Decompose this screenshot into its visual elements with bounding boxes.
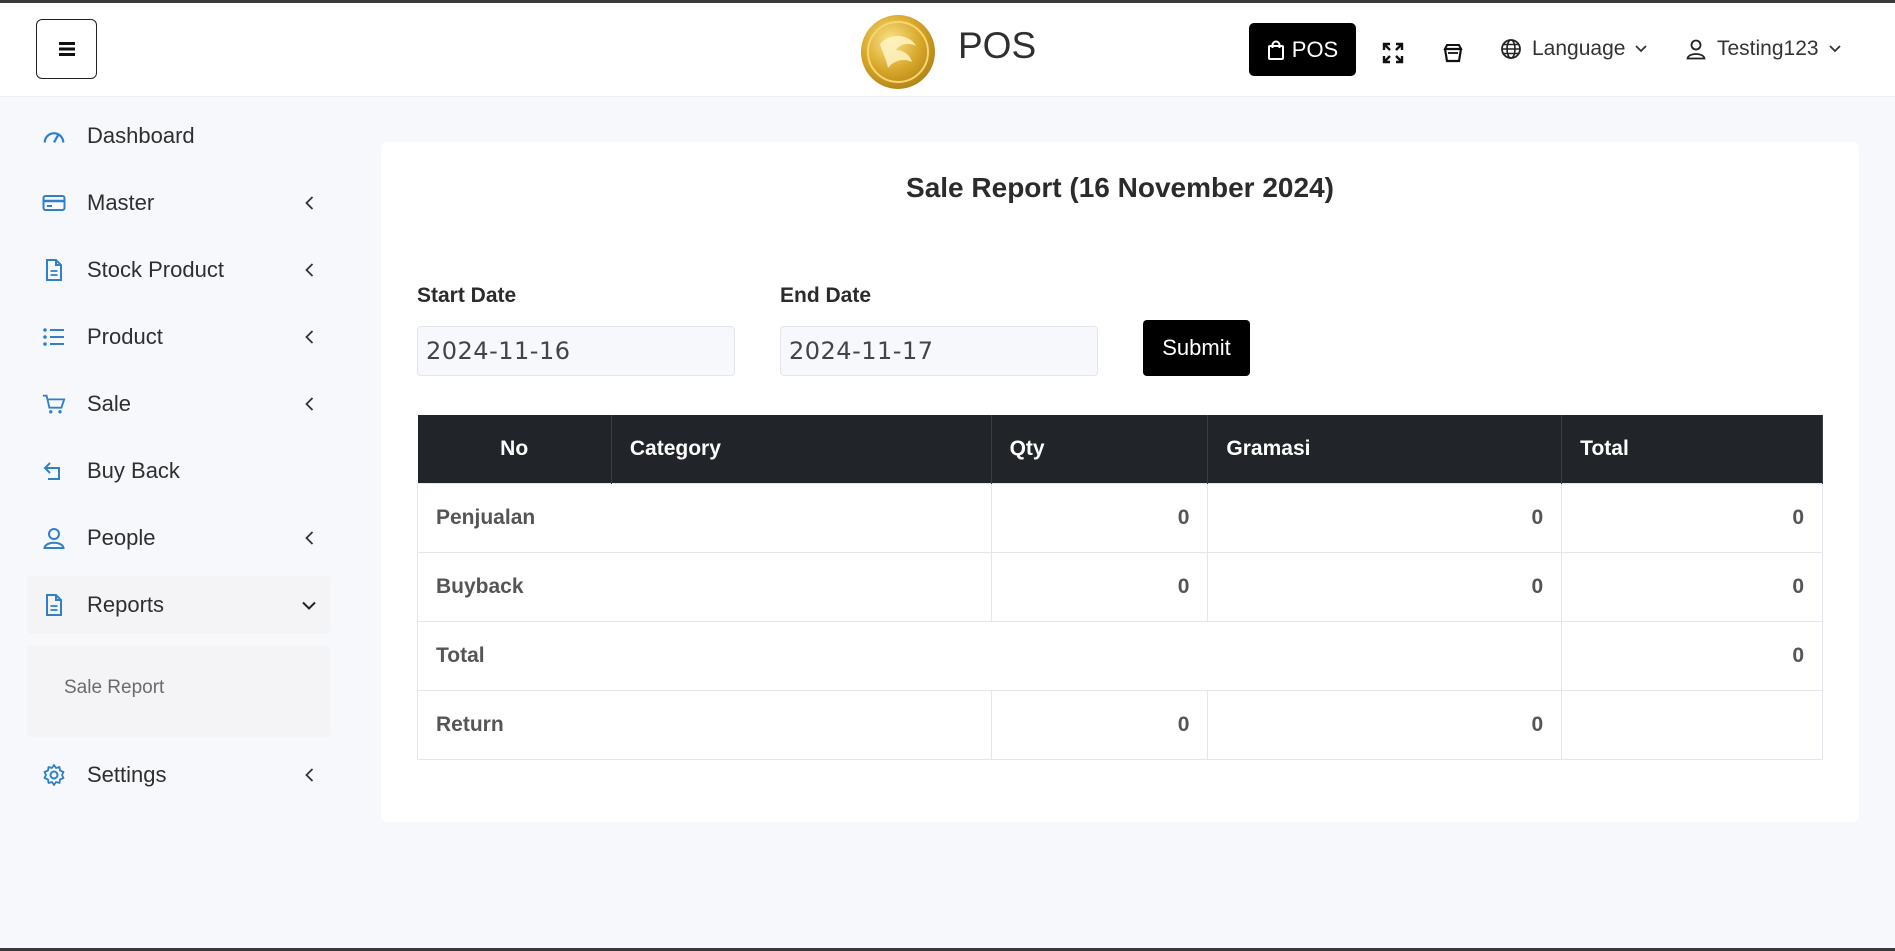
- end-date-label: End Date: [780, 284, 872, 307]
- column-header-total: Total: [1561, 415, 1823, 483]
- table-header-row: No Category Qty Gramasi Total: [417, 415, 1823, 483]
- sidebar-item-label: Stock Product: [87, 257, 224, 282]
- row-total: 0: [1561, 482, 1823, 553]
- row-total: 0: [1561, 620, 1823, 691]
- shopping-bag-icon: [1267, 40, 1284, 60]
- hamburger-icon: [58, 42, 75, 56]
- sidebar-item-label: People: [87, 525, 156, 550]
- chevron-left-icon: [302, 196, 316, 210]
- language-label: Language: [1532, 37, 1626, 60]
- sidebar-item-master[interactable]: Master: [27, 174, 330, 232]
- pos-button-label: POS: [1291, 36, 1339, 62]
- fullscreen-icon: [1382, 42, 1404, 64]
- sidebar-item-reports[interactable]: Reports: [27, 576, 330, 634]
- top-header: POS POS Language Testing123: [0, 3, 1895, 97]
- column-header-no: No: [417, 415, 612, 483]
- user-icon: [42, 526, 66, 550]
- row-category: Buyback: [417, 551, 992, 622]
- chevron-down-icon: [1635, 45, 1648, 53]
- sidebar-item-label: Product: [87, 324, 163, 349]
- dashboard-gauge-icon: [42, 124, 66, 148]
- table-row: Buyback 0 0 0: [417, 551, 1823, 622]
- return-arrow-icon: [42, 459, 66, 483]
- sidebar: Dashboard Master Stock Product Product S…: [0, 98, 340, 948]
- row-qty: 0: [990, 689, 1209, 760]
- chevron-left-icon: [302, 768, 316, 782]
- language-dropdown[interactable]: Language: [1500, 37, 1648, 61]
- sidebar-item-label: Dashboard: [87, 123, 195, 148]
- page-title: Sale Report (16 November 2024): [906, 172, 1334, 203]
- sidebar-item-label: Buy Back: [87, 458, 180, 483]
- sidebar-item-label: Sale: [87, 391, 132, 416]
- user-name: Testing123: [1717, 37, 1819, 60]
- cart-icon: [42, 392, 66, 416]
- sidebar-item-label: Settings: [87, 762, 167, 787]
- submit-button[interactable]: Submit: [1143, 320, 1250, 376]
- sidebar-subitem-sale-report[interactable]: Sale Report: [64, 677, 164, 699]
- brand-name: POS: [958, 25, 1037, 66]
- sidebar-item-label: Reports: [87, 592, 165, 617]
- sidebar-item-dashboard[interactable]: Dashboard: [27, 107, 330, 165]
- globe-icon: [1501, 39, 1521, 59]
- sidebar-item-people[interactable]: People: [27, 509, 330, 567]
- user-dropdown[interactable]: Testing123: [1685, 37, 1841, 61]
- column-header-gramasi: Gramasi: [1207, 415, 1563, 483]
- sale-report-card: Sale Report (16 November 2024) Start Dat…: [381, 142, 1859, 822]
- start-date-input[interactable]: 2024-11-16: [417, 326, 735, 376]
- gear-icon: [42, 763, 66, 787]
- column-header-qty: Qty: [991, 415, 1209, 483]
- end-date-input[interactable]: 2024-11-17: [780, 326, 1098, 376]
- start-date-label: Start Date: [417, 284, 517, 307]
- card-icon: [42, 191, 66, 215]
- basket-button[interactable]: [1440, 40, 1466, 66]
- chevron-left-icon: [302, 397, 316, 411]
- reports-submenu: Sale Report: [27, 645, 330, 737]
- chevron-left-icon: [302, 330, 316, 344]
- list-icon: [42, 325, 66, 349]
- row-category: Total: [416, 620, 1563, 691]
- sidebar-item-settings[interactable]: Settings: [27, 746, 330, 804]
- row-category: Return: [417, 689, 992, 760]
- sidebar-item-label: Master: [87, 190, 155, 215]
- user-icon: [1686, 39, 1706, 60]
- menu-toggle-button[interactable]: [36, 19, 97, 79]
- chevron-left-icon: [302, 263, 316, 277]
- row-qty: 0: [990, 551, 1209, 622]
- brand[interactable]: POS: [860, 14, 1036, 90]
- document-icon: [42, 258, 66, 282]
- row-gramasi: 0: [1207, 689, 1563, 760]
- sidebar-item-stock-product[interactable]: Stock Product: [27, 241, 330, 299]
- table-row: Total 0: [416, 620, 1823, 691]
- column-header-category: Category: [611, 415, 992, 483]
- table-row: Penjualan 0 0 0: [417, 482, 1823, 553]
- fullscreen-button[interactable]: [1380, 40, 1406, 66]
- sidebar-item-sale[interactable]: Sale: [27, 375, 330, 433]
- chevron-down-icon: [302, 598, 316, 612]
- sidebar-item-product[interactable]: Product: [27, 308, 330, 366]
- row-gramasi: 0: [1207, 551, 1563, 622]
- chevron-left-icon: [302, 531, 316, 545]
- basket-icon: [1443, 44, 1463, 63]
- document-icon: [42, 593, 66, 617]
- row-gramasi: 0: [1207, 482, 1563, 553]
- row-qty: 0: [990, 482, 1209, 553]
- row-total: 0: [1561, 551, 1823, 622]
- pos-button[interactable]: POS: [1249, 23, 1356, 76]
- logo-icon: [861, 15, 935, 89]
- table-row: Return 0 0: [417, 689, 1823, 760]
- sale-report-table: No Category Qty Gramasi Total Penjualan …: [416, 415, 1823, 760]
- row-category: Penjualan: [417, 482, 992, 553]
- chevron-down-icon: [1828, 45, 1841, 53]
- row-total: [1561, 689, 1823, 760]
- sidebar-item-buy-back[interactable]: Buy Back: [27, 442, 330, 500]
